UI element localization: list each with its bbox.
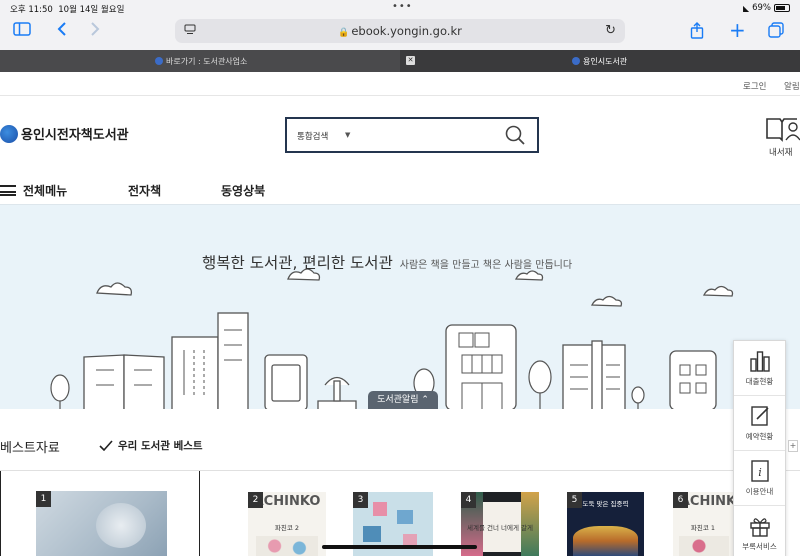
info-icon: i — [751, 460, 769, 482]
hero-banner: 행복한 도서관, 편리한 도서관 사람은 책을 만들고 책은 사람을 만듭니다 … — [0, 204, 800, 409]
share-icon[interactable] — [690, 22, 704, 43]
check-icon — [99, 440, 113, 451]
main-nav: 전체메뉴 전자책 동영상북 — [0, 176, 800, 204]
quick-menu: 대출현황 예약현황 i 이용안내 부록서비스 — [733, 340, 786, 556]
hamburger-icon — [0, 185, 16, 196]
url-text: 🔒 ebook.yongin.go.kr — [338, 24, 462, 38]
quick-item-guide[interactable]: i 이용안내 — [734, 451, 785, 506]
tabs-overview-icon[interactable] — [768, 22, 784, 42]
alarm-link[interactable]: 알림 — [784, 80, 800, 92]
quick-item-reservation-status[interactable]: 예약현황 — [734, 396, 785, 451]
svg-text:i: i — [758, 466, 762, 479]
search-box[interactable]: 통합검색 ▼ — [285, 117, 539, 153]
book-cover[interactable]: 5 도둑 맞은 집중력 — [567, 492, 644, 556]
favicon-icon — [572, 57, 580, 65]
book-user-icon — [766, 118, 800, 142]
lock-icon: 🔒 — [338, 28, 350, 38]
quick-item-appendix-service[interactable]: 부록서비스 — [734, 506, 785, 556]
tab-bar: 바로가기 : 도서관사업소 ✕ 용인시도서관 — [0, 50, 800, 72]
tab-yongin-library[interactable]: 용인시도서관 — [572, 56, 627, 67]
book-cover[interactable]: 1 — [36, 491, 167, 556]
city-illustration — [50, 268, 734, 409]
search-category-select[interactable]: 통합검색 — [297, 130, 328, 142]
logo-emblem-icon — [0, 124, 18, 143]
book-cover[interactable]: 6 ACHINK 파친코 1 — [673, 492, 733, 556]
best-section-title: 베스트자료 — [0, 441, 60, 456]
expand-icon[interactable]: + — [788, 440, 798, 452]
sidebar-icon[interactable] — [13, 22, 31, 40]
battery-status: ◣ 69% — [743, 3, 790, 13]
nav-item-videobook[interactable]: 동영상북 — [221, 182, 265, 199]
login-link[interactable]: 로그인 — [743, 80, 766, 92]
status-time: 오후 11:50 10월 14일 월요일 — [10, 5, 125, 15]
my-library-button[interactable]: 내서재 — [765, 116, 800, 158]
browser-toolbar: 🔒 ebook.yongin.go.kr ↻ + — [0, 16, 800, 50]
search-icon[interactable] — [505, 125, 525, 149]
banner-headline: 행복한 도서관, 편리한 도서관 사람은 책을 만들고 책은 사람을 만듭니다 — [202, 254, 573, 272]
featured-book-card[interactable]: 1 — [0, 471, 200, 556]
new-tab-icon[interactable]: + — [729, 18, 746, 42]
tab-library-business[interactable]: 바로가기 : 도서관사업소 — [0, 50, 400, 72]
chevron-down-icon[interactable]: ▼ — [345, 131, 350, 139]
site-logo[interactable]: 용인시전자책도서관 — [0, 124, 129, 143]
book-cover[interactable]: 2 ACHINKO 파친코 2 — [248, 492, 326, 556]
close-tab-icon[interactable]: ✕ — [406, 56, 415, 65]
wifi-icon: ◣ — [742, 3, 750, 13]
reload-icon[interactable]: ↻ — [605, 23, 616, 38]
multitask-dots[interactable]: ••• — [392, 1, 413, 12]
nav-item-ebook[interactable]: 전자책 — [128, 182, 161, 199]
all-menu-button[interactable]: 전체메뉴 — [0, 182, 67, 199]
address-bar[interactable]: 🔒 ebook.yongin.go.kr ↻ — [175, 19, 625, 43]
favicon-icon — [155, 57, 163, 65]
edit-document-icon — [751, 406, 769, 426]
status-bar: 오후 11:50 10월 14일 월요일 ••• ◣ 69% — [0, 0, 800, 16]
battery-icon — [774, 4, 790, 12]
utility-bar: 로그인 알림 — [0, 72, 800, 96]
home-indicator[interactable] — [322, 545, 477, 549]
bar-chart-icon — [750, 351, 770, 372]
tab-library-best[interactable]: 우리 도서관 베스트 — [99, 438, 203, 453]
chevron-up-icon: ⌃ — [421, 395, 429, 405]
notice-tab-button[interactable]: 도서관알림 ⌃ — [368, 391, 438, 409]
back-icon[interactable] — [57, 22, 67, 40]
gift-icon — [750, 518, 770, 537]
forward-icon[interactable] — [90, 22, 100, 40]
quick-item-loan-status[interactable]: 대출현황 — [734, 341, 785, 396]
